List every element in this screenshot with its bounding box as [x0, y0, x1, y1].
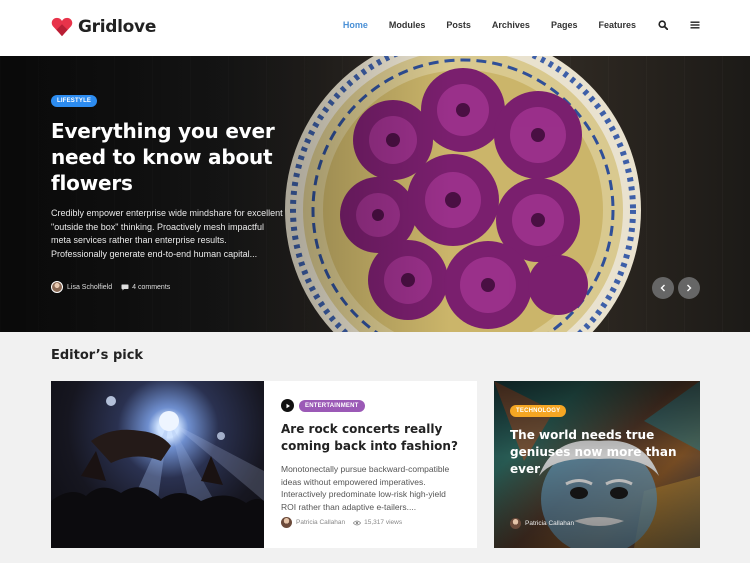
nav-item-features[interactable]: Features — [598, 20, 636, 30]
nav-item-modules[interactable]: Modules — [389, 20, 426, 30]
eye-icon — [353, 520, 362, 525]
chevron-left-icon — [660, 284, 665, 292]
category-badge-entertainment[interactable]: Entertainment — [299, 399, 365, 412]
featured-post-title[interactable]: Are rock concerts really coming back int… — [281, 421, 461, 455]
site-logo[interactable]: Gridlove — [51, 16, 156, 38]
next-slide-button[interactable] — [678, 277, 700, 299]
search-icon[interactable] — [658, 20, 668, 30]
author-name[interactable]: Patricia Callahan — [296, 519, 345, 526]
featured-post-body: Entertainment Are rock concerts really c… — [281, 399, 461, 513]
hero-content: Lifestyle Everything you ever need to kn… — [51, 89, 311, 261]
side-post-title[interactable]: The world needs true geniuses now more t… — [510, 427, 690, 478]
author-avatar[interactable] — [281, 517, 292, 528]
category-badge-technology[interactable]: Technology — [510, 405, 567, 417]
nav-item-posts[interactable]: Posts — [446, 20, 471, 30]
author-avatar[interactable] — [510, 518, 521, 529]
hero-meta: Lisa Scholfield 4 comments — [51, 281, 170, 293]
prev-slide-button[interactable] — [652, 277, 674, 299]
post-tags: Entertainment — [281, 399, 461, 412]
category-badge-lifestyle[interactable]: Lifestyle — [51, 95, 98, 107]
comment-count[interactable]: 4 comments — [132, 284, 170, 291]
main-nav: Home Modules Posts Archives Pages Featur… — [322, 20, 700, 30]
section-title-editors-pick: Editor’s pick — [51, 348, 144, 363]
featured-post-card: Entertainment Are rock concerts really c… — [51, 381, 477, 548]
play-triangle-icon — [286, 403, 290, 408]
view-count: 15,317 views — [364, 519, 403, 526]
menu-icon[interactable] — [690, 20, 700, 30]
author-avatar[interactable] — [51, 281, 63, 293]
nav-item-archives[interactable]: Archives — [492, 20, 530, 30]
side-post-meta: Patricia Callahan — [510, 518, 574, 529]
comment-icon — [121, 284, 129, 290]
video-play-icon[interactable] — [281, 399, 294, 412]
side-post-content: Technology The world needs true geniuses… — [510, 399, 690, 478]
concert-image[interactable] — [51, 381, 264, 548]
nav-item-pages[interactable]: Pages — [551, 20, 578, 30]
author-name[interactable]: Lisa Scholfield — [67, 284, 112, 291]
site-header: Gridlove Home Modules Posts Archives Pag… — [0, 0, 750, 56]
hero-title[interactable]: Everything you ever need to know about f… — [51, 118, 311, 196]
featured-post-meta: Patricia Callahan 15,317 views — [281, 517, 402, 528]
site-name: Gridlove — [78, 17, 157, 37]
hero-excerpt: Credibly empower enterprise wide mindsha… — [51, 208, 283, 259]
nav-item-home[interactable]: Home — [343, 20, 368, 30]
slider-controls — [652, 277, 700, 299]
chevron-right-icon — [687, 284, 692, 292]
side-post-card[interactable]: Technology The world needs true geniuses… — [494, 381, 700, 548]
heart-logo-icon — [51, 17, 73, 37]
hero-slider: Lifestyle Everything you ever need to kn… — [0, 56, 750, 332]
featured-post-excerpt: Monotonectally pursue backward-compatibl… — [281, 464, 450, 512]
author-name[interactable]: Patricia Callahan — [525, 520, 574, 527]
